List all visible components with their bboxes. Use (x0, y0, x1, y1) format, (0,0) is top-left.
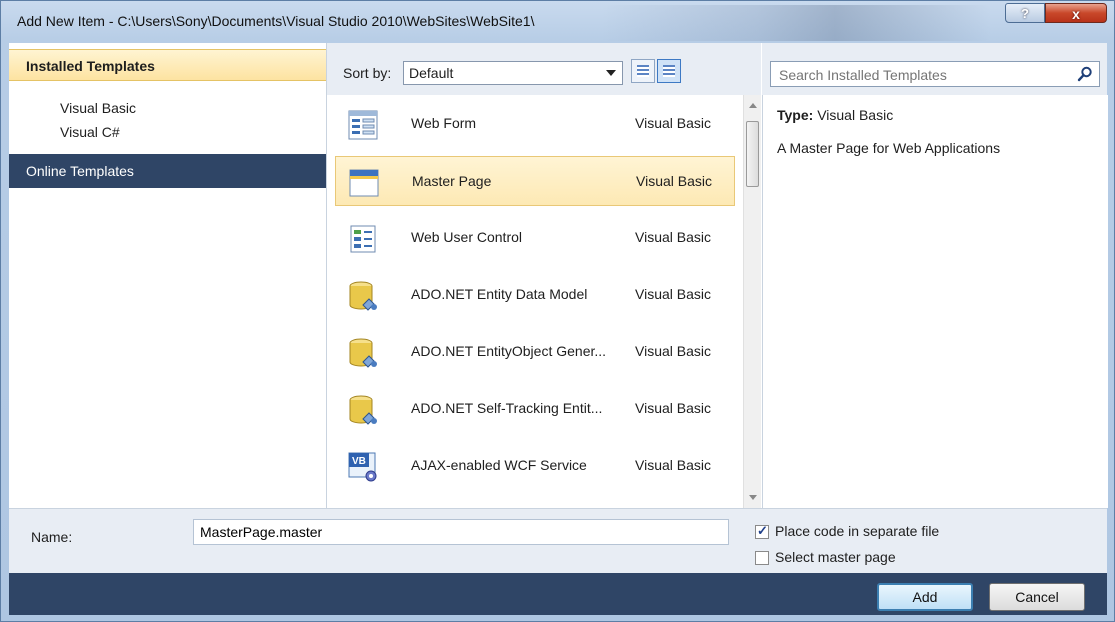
master-page-icon (349, 169, 379, 197)
template-name: ADO.NET EntityObject Gener... (411, 343, 607, 359)
sort-by-label: Sort by: (343, 65, 392, 81)
database-icon (349, 338, 377, 368)
details-view-button[interactable] (657, 59, 681, 83)
dialog-footer: Add Cancel (9, 573, 1107, 615)
svg-text:VB: VB (352, 456, 366, 467)
template-language: Visual Basic (635, 343, 712, 359)
online-templates-label: Online Templates (26, 163, 134, 179)
master-page-checkbox[interactable] (755, 551, 769, 565)
template-row-web-form[interactable]: Web Form Visual Basic (335, 99, 735, 149)
sort-by-dropdown[interactable]: Default (403, 61, 623, 85)
chevron-down-icon (606, 70, 616, 76)
separate-file-checkbox[interactable] (755, 523, 769, 539)
template-language: Visual Basic (635, 115, 712, 131)
template-language: Visual Basic (635, 229, 712, 245)
tree-item-visual-basic[interactable]: Visual Basic (60, 100, 136, 116)
add-new-item-dialog: Add New Item - C:\Users\Sony\Documents\V… (0, 0, 1115, 622)
database-icon (349, 281, 377, 311)
template-row-ajax-wcf-service[interactable]: VB AJAX-enabled WCF Service Visual Basic (335, 441, 735, 491)
template-row-web-user-control[interactable]: Web User Control Visual Basic (335, 213, 735, 263)
type-value: Visual Basic (817, 107, 894, 123)
wcf-service-icon: VB (348, 452, 377, 482)
cancel-button[interactable]: Cancel (989, 583, 1085, 611)
small-icons-view-button[interactable] (631, 59, 655, 83)
template-language: Visual Basic (635, 400, 712, 416)
help-button[interactable]: ? (1005, 3, 1045, 23)
scroll-thumb[interactable] (746, 121, 759, 187)
small-icons-icon (637, 65, 649, 77)
template-name: Web Form (411, 115, 477, 131)
close-button[interactable]: x (1045, 3, 1107, 23)
online-templates-item[interactable]: Online Templates (9, 154, 326, 188)
template-name: ADO.NET Self-Tracking Entit... (411, 400, 603, 416)
installed-templates-header[interactable]: Installed Templates (9, 49, 326, 81)
add-button[interactable]: Add (877, 583, 973, 611)
template-name: Web User Control (411, 229, 523, 245)
template-row-master-page[interactable]: Master Page Visual Basic (335, 156, 735, 206)
search-icon[interactable] (1077, 66, 1093, 82)
name-options-area: Name: Place code in separate file Select… (9, 508, 1107, 574)
web-form-icon (348, 110, 378, 140)
template-name: AJAX-enabled WCF Service (411, 457, 587, 473)
template-language: Visual Basic (635, 286, 712, 302)
template-name: ADO.NET Entity Data Model (411, 286, 588, 302)
details-view-icon (663, 65, 675, 77)
tree-item-visual-csharp[interactable]: Visual C# (60, 124, 120, 140)
title-glass (601, 5, 991, 41)
type-label: Type: (777, 107, 814, 123)
search-box[interactable] (770, 61, 1100, 87)
template-row-entity-data-model[interactable]: ADO.NET Entity Data Model Visual Basic (335, 270, 735, 320)
template-language: Visual Basic (636, 173, 713, 189)
sort-by-value: Default (409, 65, 454, 81)
template-details-panel: Type: Visual Basic A Master Page for Web… (762, 95, 1108, 508)
template-description: A Master Page for Web Applications (777, 140, 1001, 156)
template-row-entityobject-generator[interactable]: ADO.NET EntityObject Gener... Visual Bas… (335, 327, 735, 377)
template-row-self-tracking-entity[interactable]: ADO.NET Self-Tracking Entit... Visual Ba… (335, 384, 735, 434)
scroll-up-arrow-icon[interactable] (749, 103, 757, 108)
scroll-down-arrow-icon[interactable] (749, 495, 757, 500)
installed-templates-label: Installed Templates (26, 58, 155, 74)
separate-file-label: Place code in separate file (775, 523, 940, 539)
template-type: Type: Visual Basic (777, 107, 893, 123)
master-page-label: Select master page (775, 549, 896, 565)
window-title: Add New Item - C:\Users\Sony\Documents\V… (17, 13, 535, 29)
name-input[interactable] (193, 519, 729, 545)
title-bar: Add New Item - C:\Users\Sony\Documents\V… (1, 1, 1114, 43)
template-language: Visual Basic (635, 457, 712, 473)
template-name: Master Page (412, 173, 492, 189)
template-list-scrollbar[interactable] (743, 95, 761, 508)
search-area (762, 43, 1107, 95)
database-icon (349, 395, 377, 425)
search-input[interactable] (777, 64, 1071, 86)
sort-toolbar: Sort by: Default (327, 43, 761, 95)
name-label: Name: (31, 529, 73, 545)
template-categories-panel: Installed Templates Visual Basic Visual … (9, 43, 327, 508)
dialog-client: Installed Templates Visual Basic Visual … (9, 43, 1108, 615)
user-control-icon (350, 225, 376, 253)
template-list: Web Form Visual Basic Master Page Visual… (327, 95, 743, 508)
